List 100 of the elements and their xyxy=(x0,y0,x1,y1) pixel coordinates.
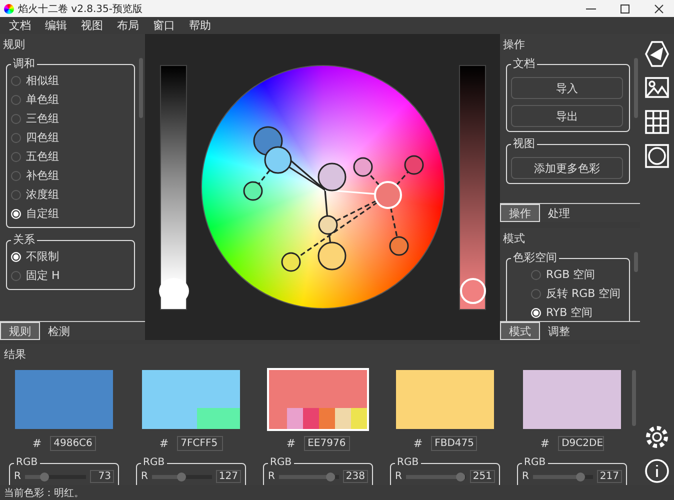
hexagon-triangle-icon[interactable] xyxy=(644,40,670,68)
color-node[interactable] xyxy=(264,146,292,174)
color-node[interactable] xyxy=(389,236,409,256)
radio-button[interactable] xyxy=(11,132,21,142)
action-button[interactable]: 导入 xyxy=(511,77,623,99)
color-swatch[interactable] xyxy=(523,370,621,429)
color-node[interactable] xyxy=(318,162,346,192)
radio-label: 补色组 xyxy=(26,168,59,183)
menu-item[interactable]: 文档 xyxy=(4,18,36,33)
color-swatch[interactable] xyxy=(142,370,240,429)
color-node[interactable] xyxy=(243,181,263,201)
color-swatch[interactable] xyxy=(267,368,369,431)
menu-item[interactable]: 视图 xyxy=(76,18,108,33)
radio-button[interactable] xyxy=(11,114,21,124)
radio-label: 不限制 xyxy=(26,249,59,264)
radio-label: 三色组 xyxy=(26,111,59,126)
menu-item[interactable]: 窗口 xyxy=(148,18,180,33)
grid-icon[interactable] xyxy=(644,108,670,136)
radio-button[interactable] xyxy=(11,170,21,180)
radio-label: RGB 空间 xyxy=(546,267,596,282)
radio-label: 单色组 xyxy=(26,92,59,107)
hex-field[interactable]: 7FCFF5 xyxy=(176,436,223,451)
value-field[interactable]: 251 xyxy=(470,470,495,483)
channel-label: R xyxy=(268,471,275,482)
color-swatch[interactable] xyxy=(396,370,494,429)
radio-button[interactable] xyxy=(11,152,21,162)
menu-item[interactable]: 布局 xyxy=(112,18,144,33)
brightness-slider[interactable] xyxy=(160,64,187,310)
channel-label: R xyxy=(522,471,529,482)
panel-title: 模式 xyxy=(503,230,525,246)
value-field[interactable]: 217 xyxy=(596,470,622,483)
connector-line xyxy=(396,171,409,186)
channel-label: R xyxy=(14,471,21,482)
slider-thumb[interactable] xyxy=(456,472,465,481)
slider-thumb[interactable] xyxy=(460,278,486,304)
sub-swatch[interactable] xyxy=(197,408,240,429)
connector-line xyxy=(258,170,270,184)
value-field[interactable]: 127 xyxy=(216,470,241,483)
action-button[interactable]: 添加更多色彩 xyxy=(511,157,623,179)
color-node[interactable] xyxy=(353,157,373,177)
action-button[interactable]: 导出 xyxy=(511,105,623,127)
group-title: 色彩空间 xyxy=(511,251,559,265)
radio-label: 固定 H xyxy=(26,268,60,283)
hash-label: # xyxy=(159,437,169,450)
panel-tab[interactable]: 处理 xyxy=(540,204,578,222)
connector-line xyxy=(390,208,398,238)
sub-swatch[interactable] xyxy=(287,408,303,429)
radio-label: 反转 RGB 空间 xyxy=(546,286,621,301)
hex-field[interactable]: D9C2DE xyxy=(558,436,604,451)
color-node[interactable] xyxy=(318,242,346,270)
hash-label: # xyxy=(413,437,423,450)
radio-label: 相似组 xyxy=(26,73,59,88)
hex-field[interactable]: 4986C6 xyxy=(50,436,96,451)
radio-button[interactable] xyxy=(11,76,21,86)
radio-button[interactable] xyxy=(11,270,21,280)
color-node[interactable] xyxy=(318,215,338,235)
shade-slider[interactable] xyxy=(459,64,486,310)
panel-tab[interactable]: 检测 xyxy=(40,322,78,340)
panel-title: 结果 xyxy=(4,348,26,361)
hex-field[interactable]: FBD475 xyxy=(430,436,477,451)
panel-tab[interactable]: 模式 xyxy=(500,322,540,340)
menu-item[interactable]: 帮助 xyxy=(184,18,216,33)
group-title: 关系 xyxy=(11,233,37,247)
menu-item[interactable]: 编辑 xyxy=(40,18,72,33)
close-icon xyxy=(654,4,664,14)
group-title: 视图 xyxy=(511,137,537,151)
circle-in-square-icon[interactable] xyxy=(644,142,670,170)
panel-tab[interactable]: 操作 xyxy=(500,204,540,222)
color-swatch[interactable] xyxy=(15,370,113,429)
slider-thumb[interactable] xyxy=(576,472,586,481)
value-field[interactable]: 73 xyxy=(90,470,114,483)
hash-label: # xyxy=(540,437,550,450)
hex-field[interactable]: EE7976 xyxy=(304,436,350,451)
radio-button[interactable] xyxy=(531,288,541,298)
settings-icon[interactable] xyxy=(644,423,670,451)
maximize-icon xyxy=(620,4,630,14)
radio-label: 四色组 xyxy=(26,130,59,145)
sub-swatch[interactable] xyxy=(319,408,335,429)
radio-button[interactable] xyxy=(531,270,541,280)
color-node[interactable] xyxy=(281,252,301,272)
sub-swatch[interactable] xyxy=(335,408,351,429)
window-title: 焰火十二卷 v2.8.35-预览版 xyxy=(18,2,143,16)
group-title: 调和 xyxy=(11,57,37,71)
radio-button[interactable] xyxy=(11,94,21,104)
slider-thumb[interactable] xyxy=(40,472,50,481)
panel-title: 规则 xyxy=(3,36,25,52)
value-field[interactable]: 238 xyxy=(342,470,368,483)
info-icon[interactable] xyxy=(644,457,670,485)
channel-label: R xyxy=(141,471,148,482)
radio-label: 浓度组 xyxy=(26,187,59,202)
channel-label: R xyxy=(395,471,402,482)
slider-thumb[interactable] xyxy=(177,472,186,481)
slider-thumb[interactable] xyxy=(326,472,336,481)
sub-swatch[interactable] xyxy=(303,408,319,429)
color-node[interactable] xyxy=(404,155,424,175)
status-text: 当前色彩：明红。 xyxy=(4,486,84,500)
panel-tab[interactable]: 规则 xyxy=(0,322,40,340)
panel-tab[interactable]: 调整 xyxy=(540,322,578,340)
sub-swatch[interactable] xyxy=(351,408,367,429)
radio-button[interactable] xyxy=(11,190,21,200)
